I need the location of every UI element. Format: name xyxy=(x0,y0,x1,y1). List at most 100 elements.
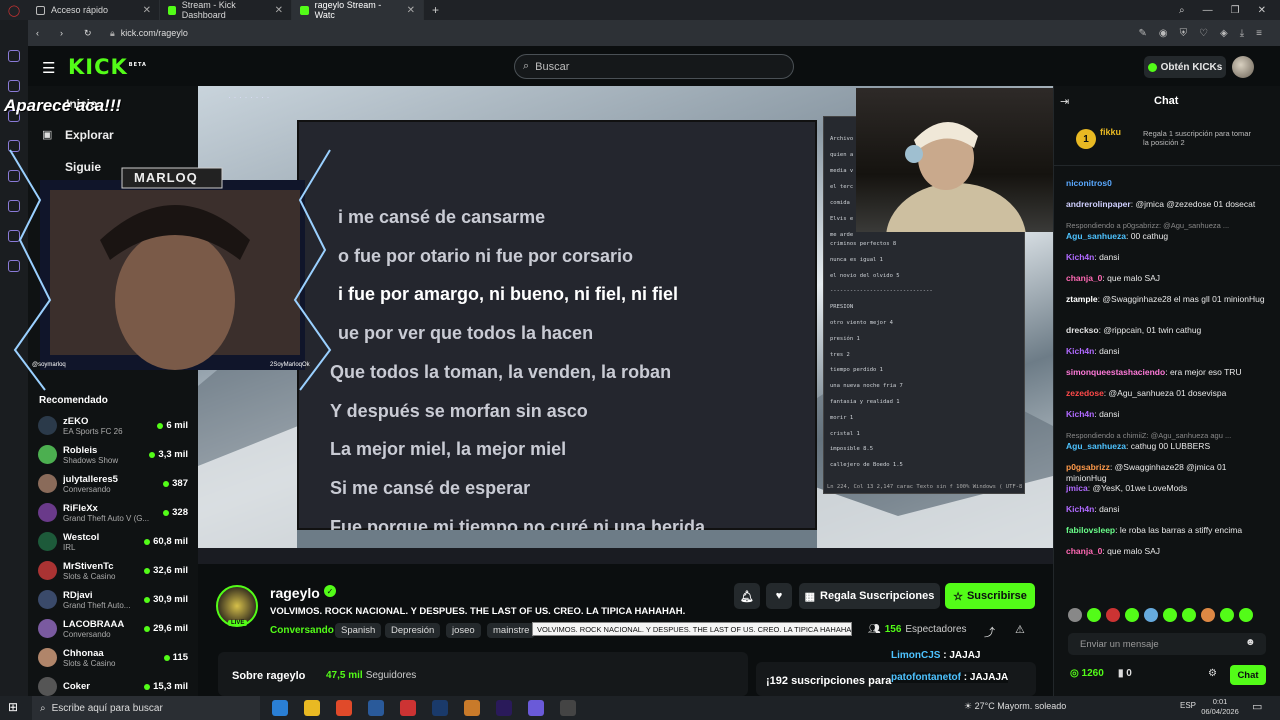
chat-username[interactable]: niconitros0 xyxy=(1066,178,1112,188)
chat-message[interactable]: zezedose: @Agu_sanhueza 01 dosevispa xyxy=(1066,388,1266,399)
chat-message[interactable]: Respondiendo a chimiiZ: @Agu_sanhueza ag… xyxy=(1066,430,1266,452)
chat-message[interactable]: simonqueestashaciendo: era mejor eso TRU xyxy=(1066,367,1266,378)
sidebar-item-zeko[interactable]: zEKO EA Sports FC 26 6 mil xyxy=(38,412,188,439)
tab-kick-dashboard[interactable]: Stream - Kick Dashboard ✕ xyxy=(160,0,292,20)
emote-icon[interactable] xyxy=(1125,608,1139,622)
back-icon[interactable]: ‹ xyxy=(36,28,50,38)
sidebar-item-robleis[interactable]: Robleis Shadows Show 3,3 mil xyxy=(38,441,188,468)
chat-send-button[interactable]: Chat xyxy=(1230,665,1266,685)
opera-icon[interactable] xyxy=(400,700,416,716)
chat-message[interactable]: fabilovsleep: le roba las barras a stiff… xyxy=(1066,525,1266,536)
chat-message[interactable]: p0gsabrizz: @Swagginhaze28 @jmica 01 min… xyxy=(1066,462,1266,484)
forward-icon[interactable]: › xyxy=(60,28,74,38)
chat-username[interactable]: zezedose xyxy=(1066,388,1104,398)
minimize-icon[interactable]: — xyxy=(1203,5,1213,16)
reload-icon[interactable]: ↻ xyxy=(84,28,98,39)
tab-rageylo-stream[interactable]: rageylo Stream - Watc ✕ xyxy=(292,0,424,20)
chat-message[interactable]: Kich4n: dansi xyxy=(1066,409,1266,420)
taskbar-search[interactable]: ⌕ Escribe aquí para buscar xyxy=(32,696,260,720)
tag-joseo[interactable]: joseo xyxy=(446,623,481,638)
chat-username[interactable]: andrerolinpaper xyxy=(1066,199,1131,209)
chat-username[interactable]: chanja_0 xyxy=(1066,273,1102,283)
search-tabs-icon[interactable]: ⌕ xyxy=(1179,5,1185,16)
hamburger-menu-icon[interactable]: ☰ xyxy=(42,59,55,77)
chat-username[interactable]: Kich4n xyxy=(1066,504,1094,514)
share-icon[interactable]: ⤴ xyxy=(984,624,995,640)
windows-start-icon[interactable]: ⊞ xyxy=(8,700,18,714)
chat-message[interactable]: Kich4n: dansi xyxy=(1066,252,1266,263)
file-explorer-icon[interactable] xyxy=(304,700,320,716)
chat-input[interactable]: Enviar un mensaje xyxy=(1068,633,1266,655)
gift-subs-button[interactable]: ▦ Regala Suscripciones xyxy=(799,583,940,609)
emote-icon[interactable] xyxy=(1201,608,1215,622)
get-kicks-button[interactable]: Obtén KICKs xyxy=(1144,56,1226,78)
sidebar-item-lacobraaa[interactable]: LACOBRAAA Conversando 29,6 mil xyxy=(38,615,188,642)
stream-category[interactable]: Conversando xyxy=(270,625,334,636)
chat-message[interactable]: niconitros0 xyxy=(1066,178,1266,189)
emote-icon[interactable] xyxy=(1182,608,1196,622)
chat-message[interactable]: ztample: @Swagginhaze28 el mas gll 01 mi… xyxy=(1066,294,1266,305)
chat-username[interactable]: Agu_sanhueza xyxy=(1066,231,1126,241)
camera-icon[interactable]: ◉ xyxy=(1159,28,1168,39)
sidebar-item-chhonaa[interactable]: Chhonaa Slots & Casino 115 xyxy=(38,644,188,671)
chat-message[interactable]: Respondiendo a p0gsabrizz: @Agu_sanhueza… xyxy=(1066,220,1266,242)
bookmark-icon[interactable]: ♡ xyxy=(1199,28,1208,39)
chat-username[interactable]: jmica xyxy=(1066,483,1088,493)
close-icon[interactable]: ✕ xyxy=(275,5,283,16)
language[interactable]: ESP xyxy=(1180,701,1196,710)
weather[interactable]: ☀ 27°C Mayorm. soleado xyxy=(964,701,1066,712)
chat-message[interactable]: chanja_0: que malo SAJ xyxy=(1066,273,1266,284)
emote-icon[interactable] xyxy=(1068,608,1082,622)
chat-message[interactable]: chanja_0: que malo SAJ xyxy=(1066,546,1266,557)
tab-acceso-rapido[interactable]: Acceso rápido ✕ xyxy=(28,0,160,20)
vscode-icon[interactable] xyxy=(368,700,384,716)
maximize-icon[interactable]: ❐ xyxy=(1231,5,1240,16)
download-icon[interactable]: ⤓ xyxy=(1240,28,1244,39)
close-icon[interactable]: ✕ xyxy=(143,5,151,16)
premiere-icon[interactable] xyxy=(496,700,512,716)
channel-points[interactable]: ◎ 1260 xyxy=(1070,668,1104,679)
close-window-icon[interactable]: ✕ xyxy=(1258,5,1266,16)
emote-icon[interactable] xyxy=(1106,608,1120,622)
sidebar-item-riflexx[interactable]: RiFleXx Grand Theft Auto V (G... 328 xyxy=(38,499,188,526)
url-field[interactable]: kick.com/rageylo xyxy=(121,28,188,38)
chat-username[interactable]: drecksо xyxy=(1066,325,1099,335)
cube-icon[interactable]: ◈ xyxy=(1220,28,1228,39)
tag-mainstream[interactable]: mainstre xyxy=(487,623,536,638)
chat-message[interactable]: jmica: @YesK, 01we LoveMods xyxy=(1066,483,1266,494)
kicks-balance[interactable]: ▮ 0 xyxy=(1118,668,1132,679)
chat-message[interactable]: andrerolinpaper: @jmica @zezedose 01 dos… xyxy=(1066,199,1266,210)
emote-icon[interactable] xyxy=(1239,608,1253,622)
streamer-name[interactable]: rageylo xyxy=(270,585,320,601)
obs-icon[interactable] xyxy=(560,700,576,716)
shield-icon[interactable]: ⛨ xyxy=(1180,28,1188,39)
tag-spanish[interactable]: Spanish xyxy=(335,623,382,638)
emoji-icon[interactable]: ☻ xyxy=(1245,637,1256,648)
tag-depresion[interactable]: Depresión xyxy=(385,623,441,638)
sidebar-item-mrstiventc[interactable]: MrStivenTc Slots & Casino 32,6 mil xyxy=(38,557,188,584)
new-tab-button[interactable]: + xyxy=(424,3,447,17)
home-icon[interactable] xyxy=(8,50,20,62)
sidebar-item-westcol[interactable]: Westcol IRL 60,8 mil xyxy=(38,528,188,555)
opera-logo-icon[interactable]: ◯ xyxy=(0,0,28,20)
menu-icon[interactable]: ≡ xyxy=(1256,28,1262,39)
emote-icon[interactable] xyxy=(1144,608,1158,622)
chat-message[interactable]: Kich4n: dansi xyxy=(1066,504,1266,515)
chat-username[interactable]: fabilovsleep xyxy=(1066,525,1115,535)
chat-username[interactable]: Agu_sanhueza xyxy=(1066,441,1126,451)
report-icon[interactable]: ⚠ xyxy=(1015,623,1025,636)
emote-icon[interactable] xyxy=(1220,608,1234,622)
kick-logo[interactable]: KICKBETA xyxy=(68,55,147,79)
sidebar-item-rdjavi[interactable]: RDjavi Grand Theft Auto... 30,9 mil xyxy=(38,586,188,613)
user-avatar[interactable] xyxy=(1232,56,1254,78)
chat-username[interactable]: ztample xyxy=(1066,294,1098,304)
app-icon[interactable] xyxy=(464,700,480,716)
chat-username[interactable]: Kich4n xyxy=(1066,346,1094,356)
notifications-icon[interactable]: ▭ xyxy=(1252,700,1262,713)
follow-button[interactable]: ♥ xyxy=(766,583,792,609)
chat-username[interactable]: simonqueestashaciendo xyxy=(1066,367,1165,377)
edit-icon[interactable]: ✎ xyxy=(1138,28,1146,39)
clock[interactable]: 0:01 06/04/2026 xyxy=(1198,697,1242,717)
chat-username[interactable]: p0gsabrizz xyxy=(1066,462,1110,472)
edge-icon[interactable] xyxy=(272,700,288,716)
